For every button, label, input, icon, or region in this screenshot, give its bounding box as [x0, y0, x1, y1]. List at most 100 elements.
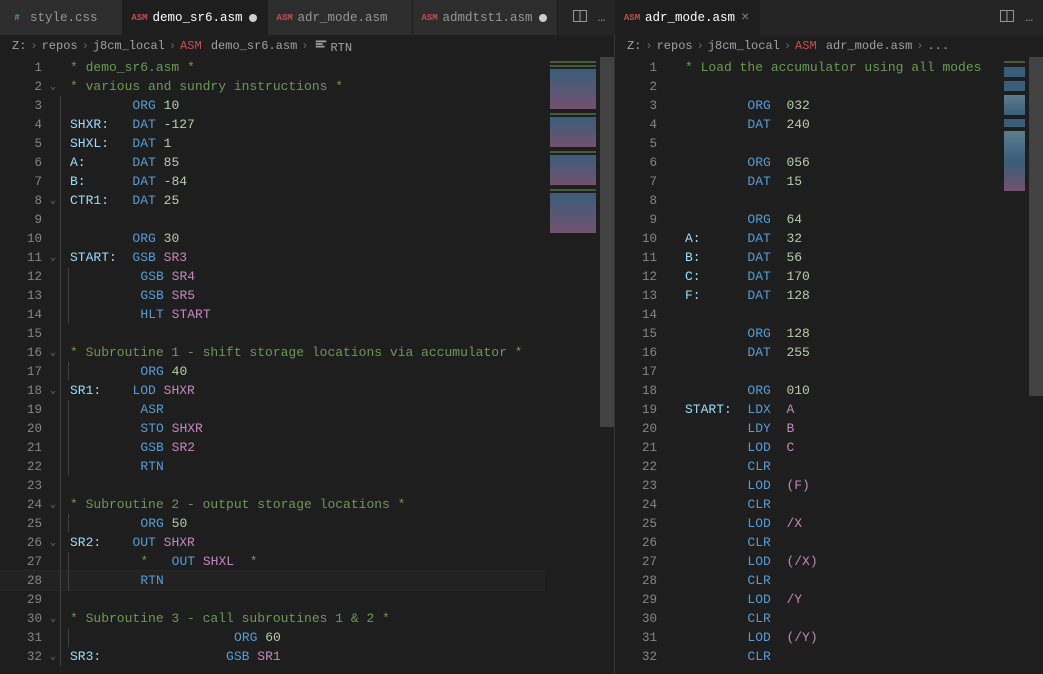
code-line[interactable]: 15: [0, 324, 545, 343]
code-line[interactable]: 2⌄* various and sundry instructions *: [0, 77, 545, 96]
code-line[interactable]: 19 ASR: [0, 400, 545, 419]
breadcrumb[interactable]: Z:›repos›j8cm_local›ASM demo_sr6.asm›RTN: [0, 35, 614, 57]
code-line[interactable]: 26⌄SR2: OUT SHXR: [0, 533, 545, 552]
split-editor-icon[interactable]: [999, 8, 1015, 28]
code-line[interactable]: 32⌄SR3: GSB SR1: [0, 647, 545, 666]
code-line[interactable]: 28 CLR: [615, 571, 999, 590]
breadcrumb-segment[interactable]: repos: [657, 39, 693, 53]
fold-icon[interactable]: ⌄: [46, 252, 60, 264]
fold-icon[interactable]: ⌄: [46, 537, 60, 549]
code-line[interactable]: 7B: DAT -84: [0, 172, 545, 191]
tab-style-css[interactable]: #style.css: [0, 0, 123, 35]
code-line[interactable]: 4 DAT 240: [615, 115, 999, 134]
more-actions-icon[interactable]: …: [598, 10, 606, 25]
tab-adr_mode-asm[interactable]: ASMadr_mode.asm: [268, 0, 413, 35]
code-line[interactable]: 5: [615, 134, 999, 153]
code-line[interactable]: 13 GSB SR5: [0, 286, 545, 305]
split-editor-icon[interactable]: [572, 8, 588, 28]
code-line[interactable]: 11B: DAT 56: [615, 248, 999, 267]
code-line[interactable]: 29: [0, 590, 545, 609]
breadcrumb-segment[interactable]: repos: [42, 39, 78, 53]
code-line[interactable]: 23: [0, 476, 545, 495]
fold-icon[interactable]: ⌄: [46, 347, 60, 359]
tab-demo_sr6-asm[interactable]: ASMdemo_sr6.asm: [123, 0, 268, 35]
scrollbar[interactable]: [600, 57, 614, 674]
code-line[interactable]: 30 CLR: [615, 609, 999, 628]
breadcrumb-segment[interactable]: ASM demo_sr6.asm: [180, 39, 297, 53]
code-line[interactable]: 6 ORG 056: [615, 153, 999, 172]
breadcrumb-segment[interactable]: j8cm_local: [93, 39, 165, 53]
code-line[interactable]: 23 LOD (F): [615, 476, 999, 495]
code-line[interactable]: 1* demo_sr6.asm *: [0, 58, 545, 77]
tab-adr_mode-asm[interactable]: ASMadr_mode.asm×: [615, 0, 760, 35]
code-line[interactable]: 18⌄SR1: LOD SHXR: [0, 381, 545, 400]
code-line[interactable]: 26 CLR: [615, 533, 999, 552]
code-line[interactable]: 18 ORG 010: [615, 381, 999, 400]
code-line[interactable]: 31 ORG 60: [0, 628, 545, 647]
breadcrumb-segment[interactable]: ASM adr_mode.asm: [795, 39, 912, 53]
close-icon[interactable]: ×: [741, 11, 749, 25]
code-line[interactable]: 30⌄* Subroutine 3 - call subroutines 1 &…: [0, 609, 545, 628]
code-line[interactable]: 31 LOD (/Y): [615, 628, 999, 647]
code-line[interactable]: 16⌄* Subroutine 1 - shift storage locati…: [0, 343, 545, 362]
code-line[interactable]: 21 GSB SR2: [0, 438, 545, 457]
code-line[interactable]: 17 ORG 40: [0, 362, 545, 381]
fold-icon[interactable]: ⌄: [46, 613, 60, 625]
code-line[interactable]: 11⌄START: GSB SR3: [0, 248, 545, 267]
code-line[interactable]: 1* Load the accumulator using all modes: [615, 58, 999, 77]
minimap[interactable]: [999, 57, 1029, 674]
fold-icon[interactable]: ⌄: [46, 651, 60, 663]
code-line[interactable]: 27 * OUT SHXL *: [0, 552, 545, 571]
tab-admdtst1-asm[interactable]: ASMadmdtst1.asm: [413, 0, 558, 35]
code-line[interactable]: 17: [615, 362, 999, 381]
code-line[interactable]: 10 ORG 30: [0, 229, 545, 248]
code-line[interactable]: 8⌄CTR1: DAT 25: [0, 191, 545, 210]
breadcrumb-segment[interactable]: RTN: [312, 37, 352, 55]
code-line[interactable]: 22 CLR: [615, 457, 999, 476]
breadcrumb-segment[interactable]: Z:: [12, 39, 26, 53]
code-line[interactable]: 32 CLR: [615, 647, 999, 666]
fold-icon[interactable]: ⌄: [46, 385, 60, 397]
code-line[interactable]: 3 ORG 032: [615, 96, 999, 115]
editor-left[interactable]: 1* demo_sr6.asm *2⌄* various and sundry …: [0, 57, 545, 674]
code-line[interactable]: 4SHXR: DAT -127: [0, 115, 545, 134]
fold-icon[interactable]: ⌄: [46, 195, 60, 207]
code-line[interactable]: 19START: LDX A: [615, 400, 999, 419]
code-line[interactable]: 13F: DAT 128: [615, 286, 999, 305]
code-line[interactable]: 24⌄* Subroutine 2 - output storage locat…: [0, 495, 545, 514]
code-line[interactable]: 9 ORG 64: [615, 210, 999, 229]
scrollbar[interactable]: [1029, 57, 1043, 674]
code-line[interactable]: 8: [615, 191, 999, 210]
code-line[interactable]: 25 ORG 50: [0, 514, 545, 533]
breadcrumb[interactable]: Z:›repos›j8cm_local›ASM adr_mode.asm›...: [615, 35, 1043, 57]
code-line[interactable]: 2: [615, 77, 999, 96]
code-line[interactable]: 25 LOD /X: [615, 514, 999, 533]
code-line[interactable]: 24 CLR: [615, 495, 999, 514]
fold-icon[interactable]: ⌄: [46, 81, 60, 93]
code-line[interactable]: 28 RTN: [0, 571, 545, 590]
code-line[interactable]: 20 STO SHXR: [0, 419, 545, 438]
code-line[interactable]: 12 GSB SR4: [0, 267, 545, 286]
code-line[interactable]: 29 LOD /Y: [615, 590, 999, 609]
breadcrumb-segment[interactable]: j8cm_local: [708, 39, 780, 53]
code-line[interactable]: 20 LDY B: [615, 419, 999, 438]
code-line[interactable]: 10A: DAT 32: [615, 229, 999, 248]
code-line[interactable]: 9: [0, 210, 545, 229]
code-line[interactable]: 3 ORG 10: [0, 96, 545, 115]
minimap[interactable]: [545, 57, 600, 674]
code-line[interactable]: 27 LOD (/X): [615, 552, 999, 571]
code-line[interactable]: 15 ORG 128: [615, 324, 999, 343]
code-line[interactable]: 7 DAT 15: [615, 172, 999, 191]
code-line[interactable]: 14: [615, 305, 999, 324]
fold-icon[interactable]: ⌄: [46, 499, 60, 511]
code-line[interactable]: 14 HLT START: [0, 305, 545, 324]
code-line[interactable]: 22 RTN: [0, 457, 545, 476]
code-line[interactable]: 16 DAT 255: [615, 343, 999, 362]
editor-right[interactable]: 1* Load the accumulator using all modes2…: [615, 57, 999, 674]
breadcrumb-segment[interactable]: ...: [927, 39, 949, 53]
code-line[interactable]: 5SHXL: DAT 1: [0, 134, 545, 153]
breadcrumb-segment[interactable]: Z:: [627, 39, 641, 53]
code-line[interactable]: 12C: DAT 170: [615, 267, 999, 286]
more-actions-icon[interactable]: …: [1025, 10, 1033, 25]
code-line[interactable]: 6A: DAT 85: [0, 153, 545, 172]
